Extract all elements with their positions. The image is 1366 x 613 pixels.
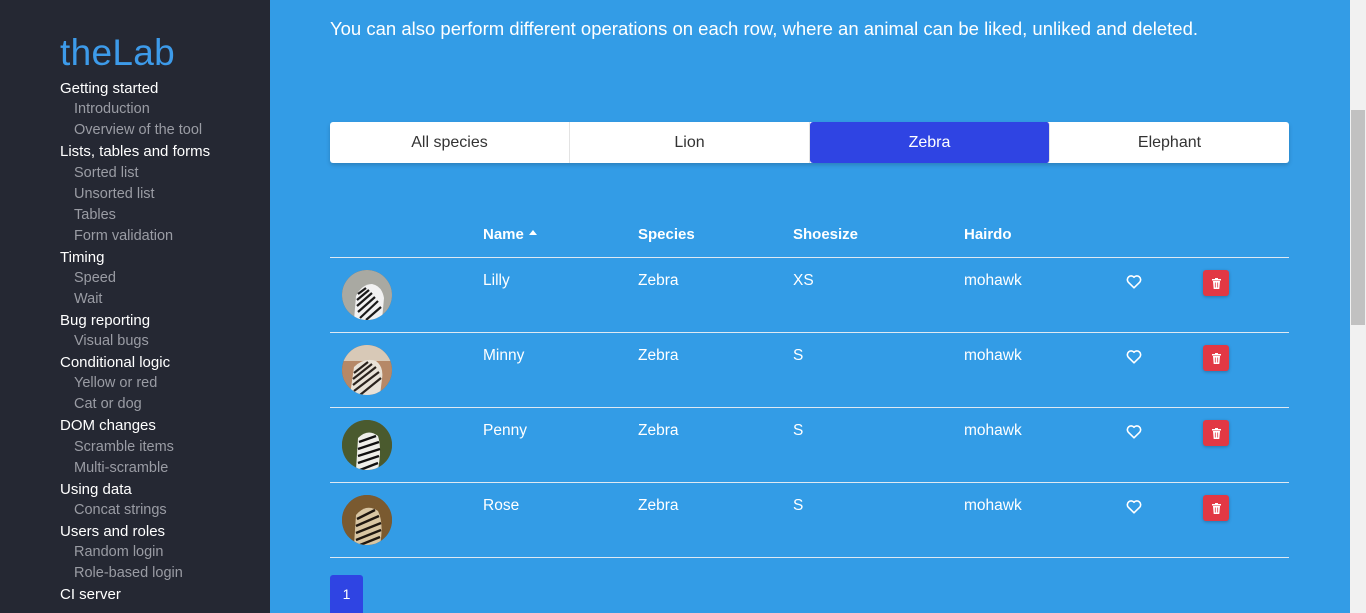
sidebar-item-concat-strings[interactable]: Concat strings [0, 500, 270, 521]
sidebar-item-sorted-list[interactable]: Sorted list [0, 163, 270, 184]
delete-button[interactable] [1203, 495, 1229, 521]
table-row: Penny Zebra S mohawk [330, 408, 1289, 483]
scrollbar-thumb[interactable] [1351, 110, 1365, 325]
table-header: Name Species Shoesize Hairdo [330, 212, 1289, 258]
trash-icon [1211, 277, 1221, 289]
delete-button[interactable] [1203, 270, 1229, 296]
cell-shoesize: S [793, 422, 804, 439]
nav-section-label[interactable]: Using data [0, 479, 270, 500]
cell-hairdo: mohawk [964, 272, 1022, 289]
animal-avatar [342, 495, 392, 545]
nav-section-ci-server: CI server [0, 584, 270, 605]
cell-name: Penny [483, 422, 527, 439]
trash-icon [1211, 427, 1221, 439]
nav-section-label[interactable]: Getting started [0, 78, 270, 99]
tab-all-species[interactable]: All species [330, 122, 570, 163]
heart-outline-icon[interactable] [1126, 499, 1142, 514]
sidebar-nav: Getting started Introduction Overview of… [0, 78, 270, 606]
sidebar-item-speed[interactable]: Speed [0, 268, 270, 289]
table-row: Lilly Zebra XS mohawk [330, 258, 1289, 333]
animal-avatar [342, 270, 392, 320]
cell-species: Zebra [638, 422, 679, 439]
cell-hairdo: mohawk [964, 422, 1022, 439]
column-header-species[interactable]: Species [638, 226, 695, 243]
sidebar-item-form-validation[interactable]: Form validation [0, 226, 270, 247]
nav-section-label[interactable]: Conditional logic [0, 352, 270, 373]
sidebar-item-scramble-items[interactable]: Scramble items [0, 437, 270, 458]
sidebar-item-unsorted-list[interactable]: Unsorted list [0, 184, 270, 205]
cell-shoesize: S [793, 347, 804, 364]
table-row: Rose Zebra S mohawk [330, 483, 1289, 558]
cell-name: Lilly [483, 272, 510, 289]
delete-button[interactable] [1203, 345, 1229, 371]
sidebar-item-role-based-login[interactable]: Role-based login [0, 563, 270, 584]
nav-section-label[interactable]: Users and roles [0, 521, 270, 542]
heart-outline-icon[interactable] [1126, 424, 1142, 439]
nav-section-conditional-logic: Conditional logic Yellow or red Cat or d… [0, 352, 270, 415]
intro-text: You can also perform different operation… [330, 18, 1199, 39]
nav-section-users-and-roles: Users and roles Random login Role-based … [0, 521, 270, 584]
table-row: Minny Zebra S mohawk [330, 333, 1289, 408]
column-header-hairdo[interactable]: Hairdo [964, 226, 1012, 243]
nav-section-timing: Timing Speed Wait [0, 247, 270, 310]
nav-section-using-data: Using data Concat strings [0, 479, 270, 521]
cell-shoesize: XS [793, 272, 814, 289]
nav-section-label[interactable]: Lists, tables and forms [0, 141, 270, 162]
animal-avatar [342, 420, 392, 470]
trash-icon [1211, 352, 1221, 364]
trash-icon [1211, 502, 1221, 514]
pagination-page-1[interactable]: 1 [330, 575, 363, 613]
sidebar-item-yellow-or-red[interactable]: Yellow or red [0, 373, 270, 394]
sort-up-icon [528, 230, 537, 235]
species-tabs: All species Lion Zebra Elephant [330, 122, 1289, 163]
cell-name: Rose [483, 497, 520, 514]
cell-species: Zebra [638, 347, 679, 364]
main-content: You can also perform different operation… [270, 0, 1350, 613]
sidebar-item-cat-or-dog[interactable]: Cat or dog [0, 394, 270, 415]
column-header-name[interactable]: Name [483, 226, 537, 243]
nav-section-bug-reporting: Bug reporting Visual bugs [0, 310, 270, 352]
nav-section-label[interactable]: Timing [0, 247, 270, 268]
nav-section-getting-started: Getting started Introduction Overview of… [0, 78, 270, 141]
tab-elephant[interactable]: Elephant [1050, 122, 1289, 163]
nav-section-label[interactable]: Bug reporting [0, 310, 270, 331]
nav-section-dom-changes: DOM changes Scramble items Multi-scrambl… [0, 415, 270, 478]
cell-hairdo: mohawk [964, 497, 1022, 514]
animal-avatar [342, 345, 392, 395]
sidebar: theLab Getting started Introduction Over… [0, 0, 270, 613]
sidebar-item-random-login[interactable]: Random login [0, 542, 270, 563]
nav-section-label[interactable]: DOM changes [0, 415, 270, 436]
sidebar-item-multi-scramble[interactable]: Multi-scramble [0, 458, 270, 479]
tab-zebra[interactable]: Zebra [810, 122, 1050, 163]
sidebar-item-tables[interactable]: Tables [0, 205, 270, 226]
animals-table: Name Species Shoesize Hairdo Lilly Zebra… [330, 212, 1289, 558]
heart-outline-icon[interactable] [1126, 274, 1142, 289]
column-header-shoesize[interactable]: Shoesize [793, 226, 858, 243]
tab-lion[interactable]: Lion [570, 122, 810, 163]
cell-name: Minny [483, 347, 525, 364]
cell-shoesize: S [793, 497, 804, 514]
nav-section-lists-tables-forms: Lists, tables and forms Sorted list Unso… [0, 141, 270, 246]
column-header-label: Name [483, 226, 524, 243]
sidebar-item-overview[interactable]: Overview of the tool [0, 120, 270, 141]
cell-species: Zebra [638, 272, 679, 289]
sidebar-item-visual-bugs[interactable]: Visual bugs [0, 331, 270, 352]
cell-species: Zebra [638, 497, 679, 514]
sidebar-item-introduction[interactable]: Introduction [0, 99, 270, 120]
cell-hairdo: mohawk [964, 347, 1022, 364]
vertical-scrollbar[interactable] [1350, 0, 1366, 613]
delete-button[interactable] [1203, 420, 1229, 446]
heart-outline-icon[interactable] [1126, 349, 1142, 364]
sidebar-item-wait[interactable]: Wait [0, 289, 270, 310]
logo[interactable]: theLab [60, 31, 175, 75]
nav-section-label[interactable]: CI server [0, 584, 270, 605]
